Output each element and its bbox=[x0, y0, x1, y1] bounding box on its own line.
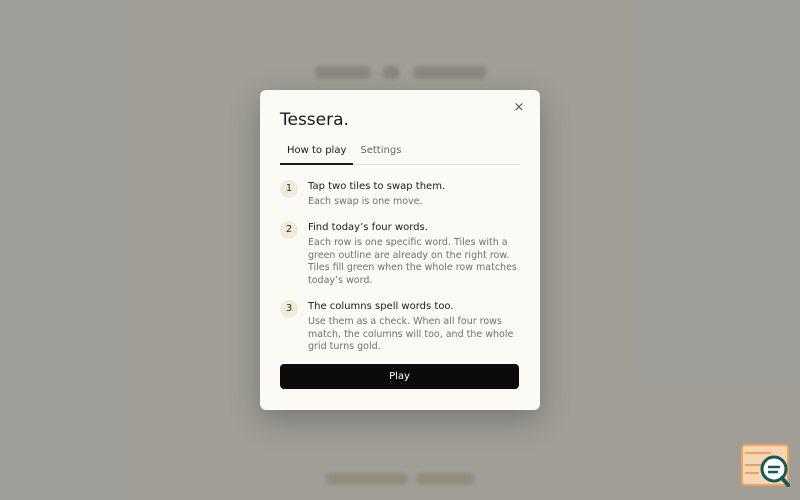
step-heading: The columns spell words too. bbox=[308, 301, 454, 312]
step-heading: Tap two tiles to swap them. bbox=[308, 181, 446, 192]
how-to-play-dialog: × Tessera. How to play Settings 1 Tap tw… bbox=[260, 90, 540, 410]
search-icon bbox=[741, 444, 790, 487]
tab-how-to-play[interactable]: How to play bbox=[280, 141, 354, 165]
instruction-steps: 1 Tap two tiles to swap them. Each swap … bbox=[280, 179, 520, 356]
tab-bar: How to play Settings bbox=[280, 141, 520, 165]
tab-settings[interactable]: Settings bbox=[353, 141, 408, 160]
step-heading: Find today’s four words. bbox=[308, 222, 428, 233]
step-description: Each row is one specific word. Tiles wit… bbox=[308, 237, 517, 286]
step-description: Each swap is one move. bbox=[308, 196, 423, 207]
play-button[interactable]: Play bbox=[280, 364, 519, 389]
step-number-badge: 3 bbox=[280, 300, 298, 318]
step-number-badge: 2 bbox=[280, 221, 298, 239]
step-item: 2 Find today’s four words. Each row is o… bbox=[280, 221, 520, 299]
step-description: Use them as a check. When all four rows … bbox=[308, 316, 514, 352]
step-number-badge: 1 bbox=[280, 180, 298, 198]
dialog-title: Tessera. bbox=[280, 110, 349, 130]
step-item: 3 The columns spell words too. Use them … bbox=[280, 300, 520, 356]
search-widget-button[interactable] bbox=[741, 444, 791, 488]
step-item: 1 Tap two tiles to swap them. Each swap … bbox=[280, 180, 520, 220]
close-icon[interactable]: × bbox=[511, 100, 527, 116]
